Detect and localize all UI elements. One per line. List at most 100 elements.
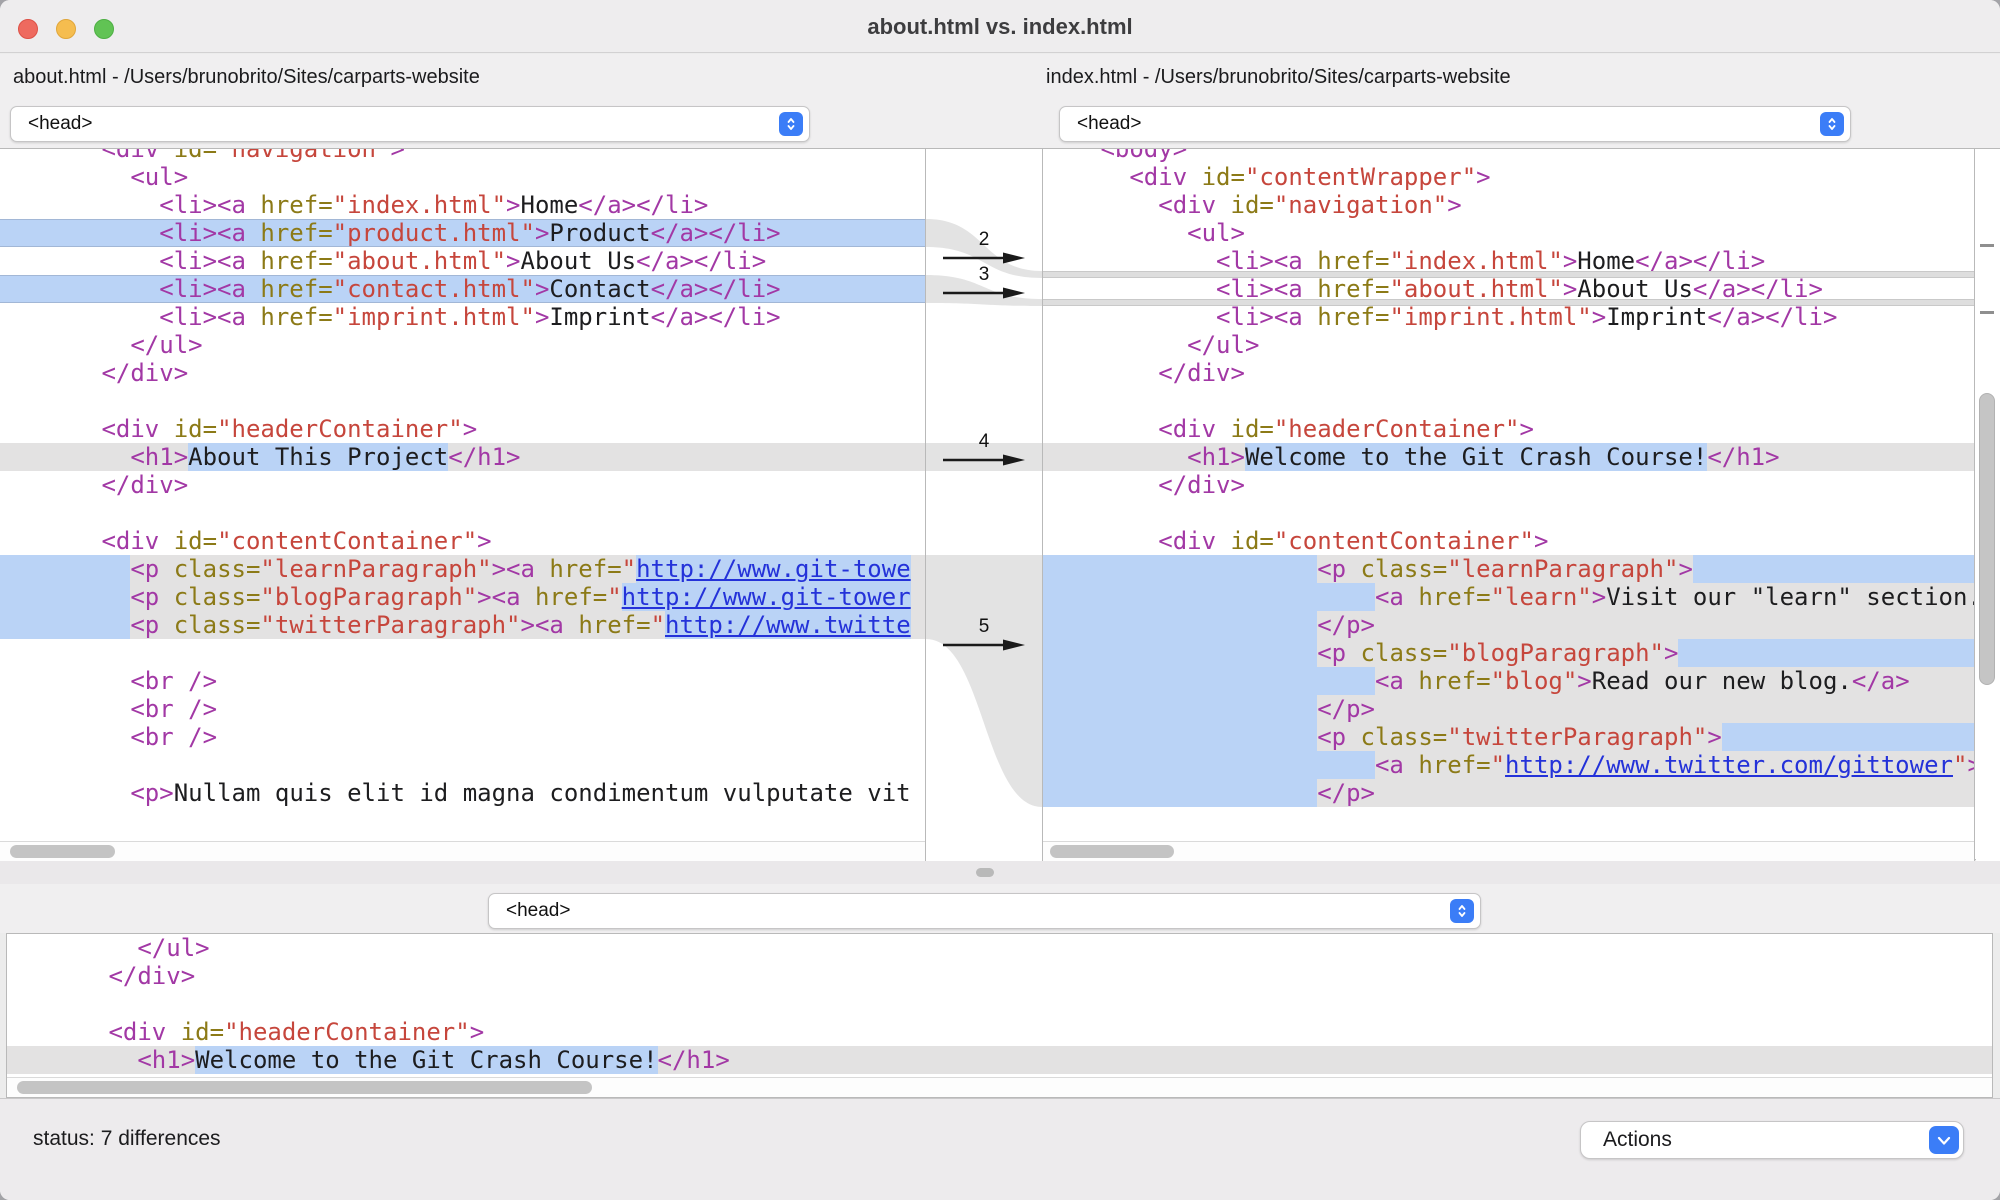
code-line[interactable]: </ul>: [1043, 331, 1974, 359]
code-line[interactable]: </div>: [0, 471, 925, 499]
splitter-handle-icon[interactable]: [976, 868, 994, 877]
code-line[interactable]: <h1>Welcome to the Git Crash Course!</h1…: [1043, 443, 1974, 471]
code-line[interactable]: <div id="contentWrapper">: [1043, 163, 1974, 191]
code-line[interactable]: <div id="headerContainer">: [7, 1018, 1992, 1046]
merge-anchor-bar: <head>: [0, 884, 2000, 933]
code-line[interactable]: <body>: [1043, 149, 1974, 163]
code-line[interactable]: </div>: [1043, 359, 1974, 387]
code-line[interactable]: <p class="learnParagraph">: [1043, 555, 1974, 583]
code-line[interactable]: <a href="http://www.twitter.com/gittower…: [1043, 751, 1974, 779]
left-horizontal-scrollbar[interactable]: [0, 841, 925, 861]
code-line[interactable]: <p class="learnParagraph"><a href="http:…: [0, 555, 925, 583]
code-line[interactable]: </div>: [7, 962, 1992, 990]
diff-number: 3: [926, 264, 1042, 286]
code-line[interactable]: <ul>: [0, 163, 925, 191]
indent: [1043, 667, 1375, 695]
code-line[interactable]: <li><a href="contact.html">Contact</a></…: [0, 275, 925, 303]
code-line[interactable]: <h1>About This Project</h1>: [0, 443, 925, 471]
code-line[interactable]: <ul>: [1043, 219, 1974, 247]
code-line[interactable]: </p>: [1043, 611, 1974, 639]
code-line[interactable]: <div id="contentContainer">: [0, 527, 925, 555]
line-trail: [1245, 471, 1974, 499]
pane-splitter[interactable]: [0, 861, 2000, 884]
indent: [1043, 639, 1317, 667]
right-horizontal-scrollbar[interactable]: [1043, 841, 1974, 861]
popup-stepper-icon: [1820, 112, 1844, 136]
scrollbar-thumb[interactable]: [17, 1081, 592, 1094]
code-line[interactable]: <div id="headerContainer">: [1043, 415, 1974, 443]
code-line[interactable]: [0, 751, 925, 779]
code-line[interactable]: <p class="blogParagraph">: [1043, 639, 1974, 667]
code-line[interactable]: <a href="blog">Read our new blog.</a>: [1043, 667, 1974, 695]
code-line[interactable]: <div id="navigation">: [0, 149, 925, 163]
diff-arrow[interactable]: 5: [926, 616, 1042, 652]
indent: [0, 667, 130, 695]
indent: [7, 1018, 108, 1046]
right-code-pane[interactable]: <body> <div id="contentWrapper"> <div id…: [1043, 149, 1975, 861]
indent: [7, 1046, 137, 1074]
filemerge-window: about.html vs. index.html about.html - /…: [0, 0, 2000, 1200]
line-trail: [1837, 303, 1974, 331]
code-line[interactable]: <div id="contentContainer">: [1043, 527, 1974, 555]
actions-label: Actions: [1603, 1122, 1672, 1158]
code-line[interactable]: <p>Nullam quis elit id magna condimentum…: [0, 779, 925, 807]
code-line[interactable]: [0, 387, 925, 415]
code-line[interactable]: <li><a href="imprint.html">Imprint</a></…: [1043, 303, 1974, 331]
code-line[interactable]: [0, 499, 925, 527]
code-line[interactable]: <p class="twitterParagraph">: [1043, 723, 1974, 751]
indent: [0, 751, 87, 779]
merge-horizontal-scrollbar[interactable]: [7, 1077, 1992, 1097]
code-line[interactable]: <p class="twitterParagraph"><a href="htt…: [0, 611, 925, 639]
code-line[interactable]: <div id="navigation">: [1043, 191, 1974, 219]
merge-result-pane[interactable]: </ul> </div> <div id="headerContainer"> …: [6, 933, 1993, 1098]
vertical-scrollbar-thumb[interactable]: [1979, 393, 1995, 685]
code-line[interactable]: <li><a href="product.html">Product</a></…: [0, 219, 925, 247]
code-text: <a href="http://www.twitter.com/gittower…: [1375, 751, 1974, 779]
scrollbar-thumb[interactable]: [1050, 845, 1174, 858]
line-trail: [730, 1046, 1992, 1074]
line-trail: [781, 219, 925, 247]
code-line[interactable]: <br />: [0, 667, 925, 695]
code-line[interactable]: [0, 639, 925, 667]
code-line[interactable]: [7, 990, 1992, 1018]
code-line[interactable]: <br />: [0, 723, 925, 751]
line-trail: [492, 527, 925, 555]
code-line[interactable]: <h1>Welcome to the Git Crash Course!</h1…: [7, 1046, 1992, 1074]
code-line[interactable]: <li><a href="imprint.html">Imprint</a></…: [0, 303, 925, 331]
code-line[interactable]: </ul>: [0, 331, 925, 359]
diff-arrow[interactable]: 3: [926, 264, 1042, 300]
code-line[interactable]: </ul>: [7, 934, 1992, 962]
code-text: <p class="learnParagraph">: [1317, 555, 1693, 583]
code-text: </ul>: [130, 331, 202, 359]
indent: [1043, 163, 1129, 191]
code-line[interactable]: </p>: [1043, 779, 1974, 807]
code-line[interactable]: </p>: [1043, 695, 1974, 723]
code-line[interactable]: <br />: [0, 695, 925, 723]
merge-anchor-popup[interactable]: <head>: [488, 893, 1481, 929]
indent: [7, 962, 108, 990]
chevron-down-icon: [1929, 1126, 1959, 1154]
line-trail: [708, 191, 925, 219]
code-line[interactable]: </div>: [1043, 471, 1974, 499]
code-line[interactable]: <li><a href="about.html">About Us</a></l…: [0, 247, 925, 275]
code-line[interactable]: <li><a href="index.html">Home</a></li>: [0, 191, 925, 219]
scrollbar-thumb[interactable]: [10, 845, 115, 858]
code-line[interactable]: <p class="blogParagraph"><a href="http:/…: [0, 583, 925, 611]
code-line[interactable]: <div id="headerContainer">: [0, 415, 925, 443]
right-anchor-popup[interactable]: <head>: [1059, 106, 1851, 142]
line-trail: [484, 1018, 1992, 1046]
code-line[interactable]: [1043, 387, 1974, 415]
code-line[interactable]: [1043, 499, 1974, 527]
code-line[interactable]: <a href="learn">Visit our "learn" sectio…: [1043, 583, 1974, 611]
code-line[interactable]: </div>: [0, 359, 925, 387]
indent: [1043, 723, 1317, 751]
actions-dropdown[interactable]: Actions: [1580, 1121, 1964, 1159]
diff-arrow[interactable]: 2: [926, 229, 1042, 265]
left-anchor-popup[interactable]: <head>: [10, 106, 810, 142]
line-trail: [766, 247, 925, 275]
left-code-pane[interactable]: <div id="navigation"> <ul> <li><a href="…: [0, 149, 925, 861]
code-text: <a href="learn">Visit our "learn" sectio…: [1375, 583, 1974, 611]
diff-arrow[interactable]: 4: [926, 431, 1042, 467]
code-text: <p class="blogParagraph"><a href="http:/…: [130, 583, 910, 611]
line-trail: [188, 163, 925, 191]
